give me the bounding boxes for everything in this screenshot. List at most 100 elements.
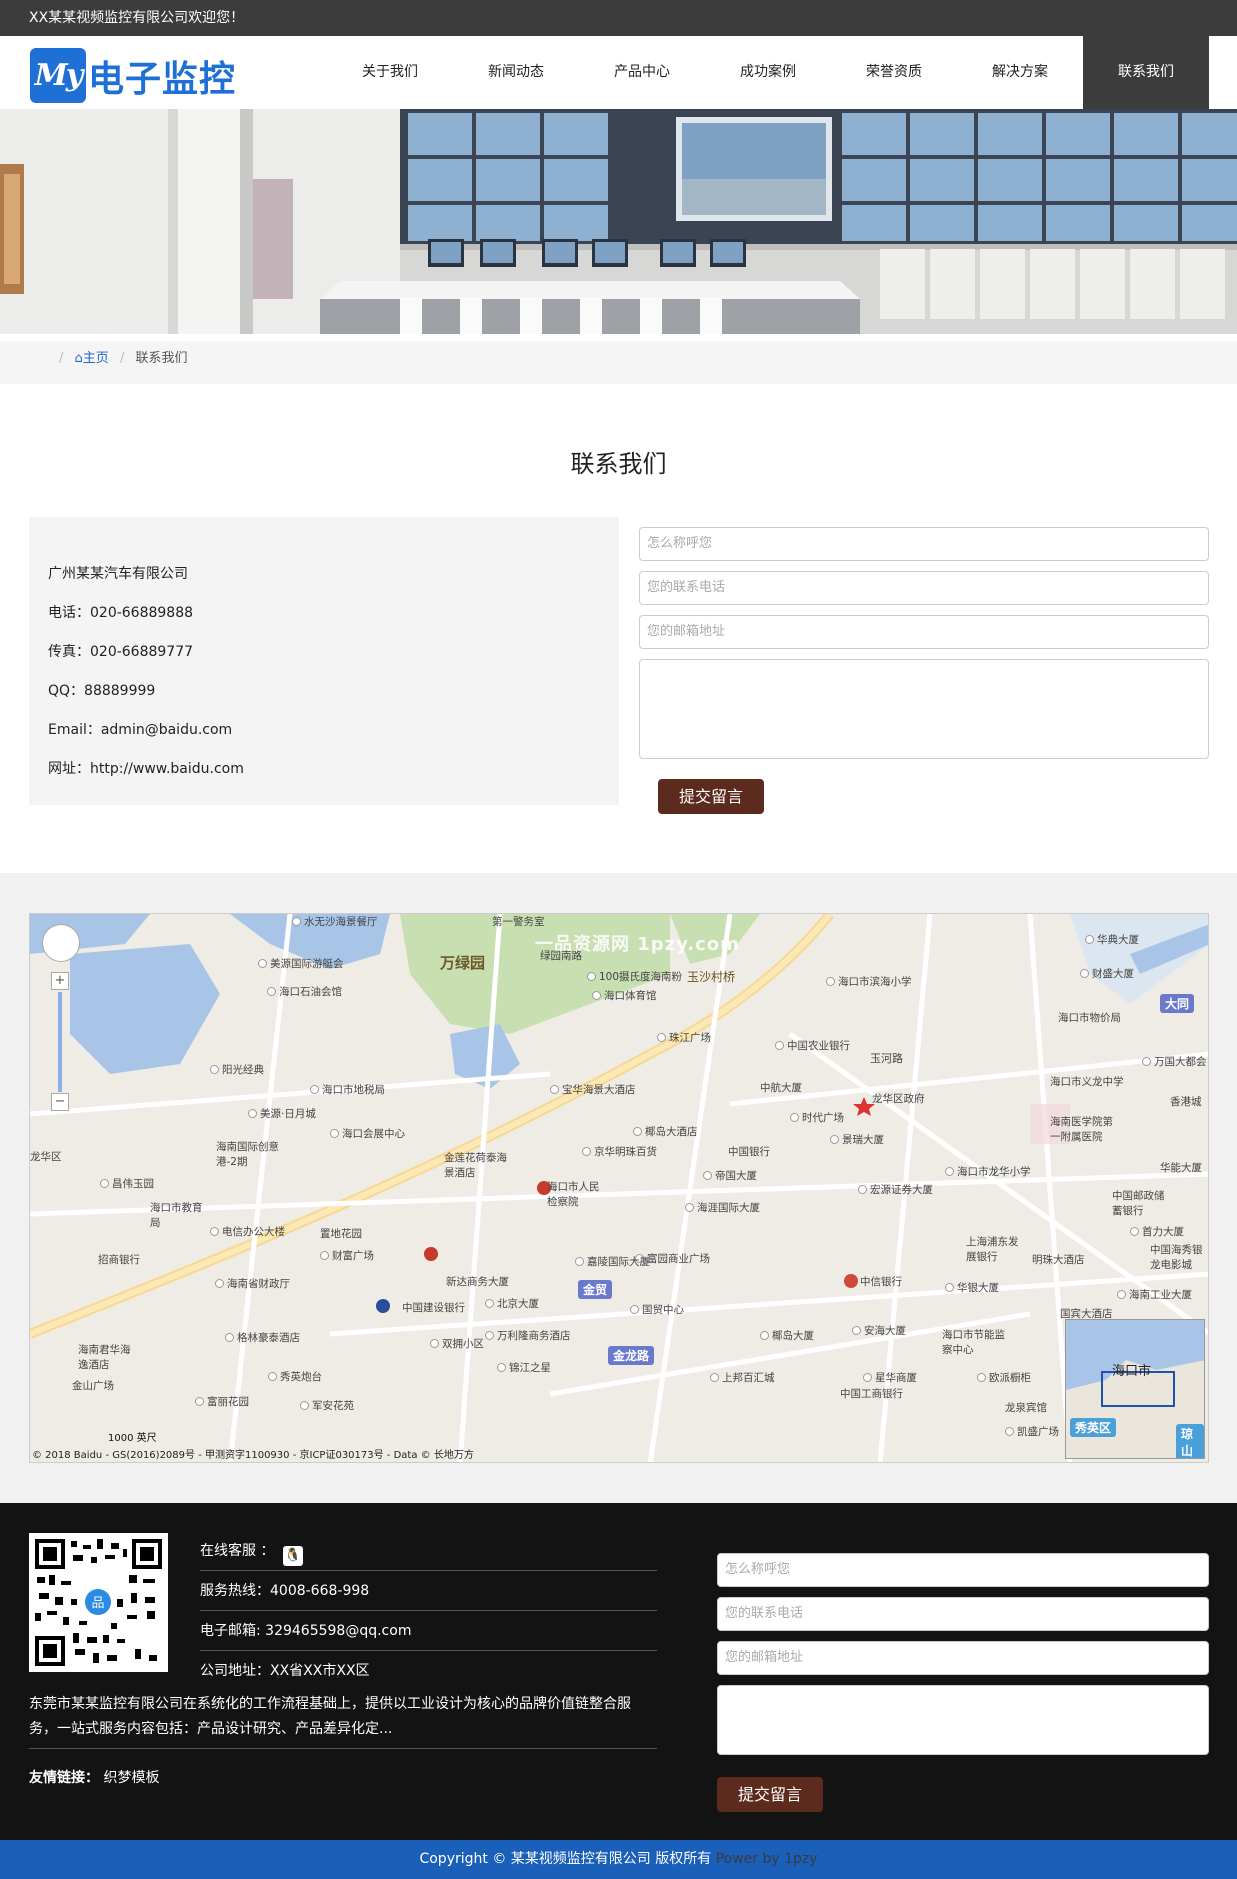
contact-info-panel: 广州某某汽车有限公司 电话：020-66889888 传真：020-668897…	[29, 517, 619, 805]
submit-message-button[interactable]: 提交留言	[658, 779, 764, 814]
map-label: 上海浦东发展银行	[966, 1236, 1019, 1263]
map-label: 华能大厦	[1160, 1162, 1202, 1174]
site-logo[interactable]: My 电子监控	[30, 48, 236, 103]
phone-field[interactable]: 您的联系电话	[639, 571, 1209, 605]
footer-name-field[interactable]: 怎么称呼您	[717, 1553, 1209, 1587]
site-header: My 电子监控 关于我们 新闻动态 产品中心 成功案例 荣誉资质 解决方案 联系…	[0, 36, 1237, 109]
map-pan-control[interactable]	[42, 924, 80, 962]
poi-icon	[268, 1372, 277, 1381]
map-label: 格林豪泰酒店	[225, 1330, 300, 1345]
breadcrumb-separator: /	[119, 351, 125, 366]
map-label: 海南国际创意港-2期	[216, 1141, 279, 1168]
map-label: 景瑞大厦	[830, 1132, 884, 1147]
friend-links: 友情链接： 织梦模板	[29, 1767, 159, 1787]
name-field[interactable]: 怎么称呼您	[639, 527, 1209, 561]
page-title: 联系我们	[570, 450, 667, 478]
map-label: 欧派橱柜	[977, 1370, 1031, 1385]
footer-message-textarea[interactable]	[717, 1685, 1209, 1755]
map-label: 嘉陵国际大厦	[575, 1254, 650, 1269]
map-label: 海口市滨海小学	[826, 974, 912, 989]
poi-icon	[210, 1065, 219, 1074]
map-zoom-out-button[interactable]: −	[51, 1093, 69, 1111]
map-label: 中国海秀银龙电影城	[1150, 1244, 1203, 1271]
footer-submit-button[interactable]: 提交留言	[717, 1777, 823, 1812]
copyright-text: Copyright © 某某视频监控有限公司 版权所有	[419, 1851, 712, 1867]
footer-phone-field[interactable]: 您的联系电话	[717, 1597, 1209, 1631]
qq-chat-icon[interactable]: 🐧	[282, 1546, 303, 1566]
map-label: 财盛大厦	[1080, 966, 1134, 981]
email-field[interactable]: 您的邮箱地址	[639, 615, 1209, 649]
map-label: 香港城	[1170, 1096, 1202, 1108]
poi-icon	[300, 1401, 309, 1410]
map-label: 京华明珠百货	[582, 1144, 657, 1159]
poi-icon	[945, 1167, 954, 1176]
main-nav: 关于我们 新闻动态 产品中心 成功案例 荣誉资质 解决方案 联系我们	[327, 36, 1209, 109]
map-label: 昌伟玉园	[100, 1176, 154, 1191]
map-label: 凯盛广场	[1005, 1424, 1059, 1439]
footer-contact-list: 在线客服 ： 🐧 服务热线：4008-668-998 电子邮箱: 3294655…	[200, 1531, 657, 1691]
map-overview[interactable]: 海口市 秀英区 琼山	[1065, 1319, 1205, 1459]
nav-item-solutions[interactable]: 解决方案	[957, 36, 1083, 109]
poi-icon	[310, 1085, 319, 1094]
footer-address: 公司地址：XX省XX市XX区	[200, 1663, 370, 1679]
map-label: 海南省财政厅	[215, 1276, 290, 1291]
contact-qq: QQ：88889999	[48, 683, 156, 699]
map-zoom-slider[interactable]	[58, 992, 62, 1092]
baidu-map[interactable]: 一品资源网 1pzy.com 万绿园 玉沙村桥 大同 金贸 金龙路 水无沙海景餐…	[29, 913, 1209, 1463]
map-label: 宏源证券大厦	[858, 1182, 933, 1197]
poi-icon	[1117, 1290, 1126, 1299]
map-label: 中国农业银行	[775, 1038, 850, 1053]
friend-links-label: 友情链接：	[29, 1770, 99, 1786]
map-label: 首力大厦	[1130, 1224, 1184, 1239]
map-label: 海口市	[1112, 1364, 1152, 1379]
map-label: 龙华区	[30, 1151, 62, 1163]
contact-fax: 传真：020-66889777	[48, 644, 194, 660]
breadcrumb-home-link[interactable]: ⌂主页	[75, 351, 109, 366]
nav-item-about[interactable]: 关于我们	[327, 36, 453, 109]
map-copyright: © 2018 Baidu - GS(2016)2089号 - 甲测资字11009…	[32, 1450, 474, 1461]
poi-icon	[1085, 935, 1094, 944]
poi-icon	[225, 1333, 234, 1342]
nav-item-honors[interactable]: 荣誉资质	[831, 36, 957, 109]
poi-icon	[858, 1185, 867, 1194]
map-label: 新达商务大厦	[446, 1276, 509, 1288]
breadcrumb-current: 联系我们	[135, 351, 188, 366]
map-label: 珠江广场	[657, 1030, 711, 1045]
message-textarea[interactable]	[639, 659, 1209, 759]
poi-icon	[775, 1041, 784, 1050]
nav-item-news[interactable]: 新闻动态	[453, 36, 579, 109]
message-form: 怎么称呼您 您的联系电话 您的邮箱地址 提交留言	[639, 527, 1209, 814]
poi-icon	[258, 959, 267, 968]
power-by-link[interactable]: Power by 1pzy	[716, 1851, 818, 1867]
map-label: 海口体育馆	[592, 988, 657, 1003]
footer-email-field[interactable]: 您的邮箱地址	[717, 1641, 1209, 1675]
map-label: 华银大厦	[945, 1280, 999, 1295]
company-name: 广州某某汽车有限公司	[48, 566, 188, 582]
footer-kefu-label: 在线客服 ：	[200, 1543, 275, 1559]
map-label: 金山广场	[72, 1380, 114, 1392]
poi-icon	[100, 1179, 109, 1188]
nav-item-products[interactable]: 产品中心	[579, 36, 705, 109]
friend-link[interactable]: 织梦模板	[103, 1770, 159, 1786]
top-welcome-bar: XX某某视频监控有限公司欢迎您！	[0, 0, 1237, 36]
nav-item-cases[interactable]: 成功案例	[705, 36, 831, 109]
site-footer: 品 在线客服 ： 🐧 服务热线：4008-668-998 电子邮箱: 32946…	[0, 1503, 1237, 1840]
poi-icon	[195, 1397, 204, 1406]
map-label: 海南君华海逸酒店	[78, 1344, 131, 1371]
poi-icon	[587, 972, 596, 981]
map-label: 大同	[1160, 994, 1195, 1013]
monitoring-room-illustration	[0, 109, 1237, 334]
nav-item-contact[interactable]: 联系我们	[1083, 36, 1209, 109]
poi-icon	[485, 1299, 494, 1308]
poi-icon	[320, 1251, 329, 1260]
logo-badge: My	[30, 48, 86, 103]
poi-icon	[710, 1373, 719, 1382]
map-zoom-in-button[interactable]: +	[51, 972, 69, 990]
poi-icon	[575, 1257, 584, 1266]
map-label: 万国大都会	[1142, 1054, 1207, 1069]
poi-icon	[1130, 1227, 1139, 1236]
map-label: 中航大厦	[760, 1082, 802, 1094]
poi-icon	[1142, 1057, 1151, 1066]
qr-code-image: 品	[35, 1539, 162, 1666]
poi-icon	[550, 1085, 559, 1094]
